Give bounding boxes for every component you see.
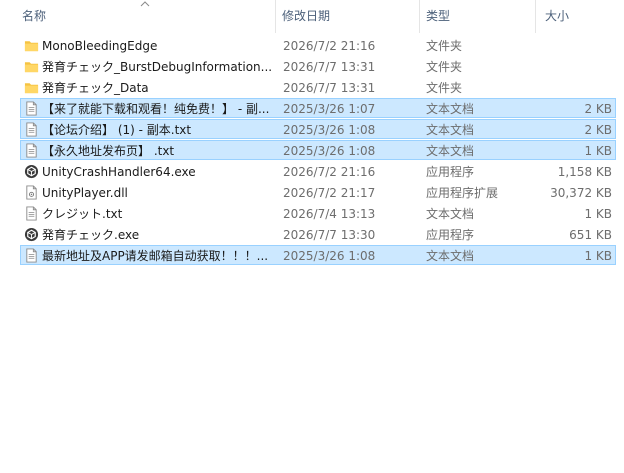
column-header-bar: 名称 修改日期 类型 大小 (0, 0, 624, 33)
file-size: 1,158 KB (557, 165, 612, 179)
file-modified-date: 2026/7/2 21:16 (283, 39, 376, 53)
text-file-icon (24, 101, 39, 116)
file-row[interactable]: 【来了就能下载和观看！纯免费！】 - 副... 2025/3/26 1:07 文本文… (20, 98, 616, 118)
file-type: 应用程序 (426, 165, 475, 179)
column-divider[interactable] (419, 0, 420, 33)
column-header-size[interactable]: 大小 (545, 0, 569, 33)
file-name: 発育チェック_Data (42, 81, 149, 95)
file-type: 应用程序扩展 (426, 186, 499, 200)
file-name: 【永久地址发布页】 .txt (42, 144, 175, 158)
file-modified-date: 2025/3/26 1:08 (283, 249, 376, 263)
file-row[interactable]: 発育チェック_Data 2026/7/7 13:31 文件夹 (20, 77, 616, 97)
file-size: 1 KB (584, 249, 612, 263)
file-type: 应用程序 (426, 228, 475, 242)
column-divider[interactable] (535, 0, 536, 33)
column-header-date[interactable]: 修改日期 (282, 0, 330, 33)
unity-app-icon (24, 227, 39, 242)
file-size: 1 KB (584, 207, 612, 221)
file-modified-date: 2026/7/7 13:30 (283, 228, 376, 242)
file-size: 1 KB (584, 144, 612, 158)
file-modified-date: 2025/3/26 1:08 (283, 123, 376, 137)
unity-app-icon (24, 164, 39, 179)
file-modified-date: 2026/7/2 21:17 (283, 186, 376, 200)
file-type: 文件夹 (426, 39, 463, 53)
file-size: 651 KB (569, 228, 612, 242)
file-name: 発育チェック_BurstDebugInformation... (42, 60, 272, 74)
column-header-name[interactable]: 名称 (22, 0, 46, 33)
sort-ascending-icon (140, 1, 150, 7)
file-name: 発育チェック.exe (42, 228, 140, 242)
file-name: MonoBleedingEdge (42, 39, 158, 53)
file-size (536, 78, 612, 98)
file-type: 文本文档 (426, 123, 475, 137)
file-name: 【论坛介绍】 (1) - 副本.txt (42, 123, 192, 137)
file-row[interactable]: 【论坛介绍】 (1) - 副本.txt 2025/3/26 1:08 文本文档 2 K… (20, 119, 616, 139)
file-name: クレジット.txt (42, 207, 123, 221)
file-modified-date: 2026/7/2 21:16 (283, 165, 376, 179)
file-row[interactable]: MonoBleedingEdge 2026/7/2 21:16 文件夹 (20, 35, 616, 55)
file-name: 最新地址及APP请发邮箱自动获取！！！... (42, 249, 269, 263)
file-row[interactable]: クレジット.txt 2026/7/4 13:13 文本文档 1 KB (20, 203, 616, 223)
file-row[interactable]: 最新地址及APP请发邮箱自动获取！！！... 2025/3/26 1:08 文本文档… (20, 245, 616, 265)
folder-icon (24, 38, 39, 53)
file-name: UnityCrashHandler64.exe (42, 165, 196, 179)
text-file-icon (24, 248, 39, 263)
file-type: 文本文档 (426, 144, 475, 158)
file-size: 2 KB (584, 123, 612, 137)
file-size (536, 57, 612, 77)
folder-icon (24, 80, 39, 95)
column-header-type[interactable]: 类型 (426, 0, 450, 33)
file-row[interactable]: 【永久地址发布页】 .txt 2025/3/26 1:08 文本文档 1 KB (20, 140, 616, 160)
text-file-icon (24, 122, 39, 137)
file-type: 文本文档 (426, 207, 475, 221)
file-modified-date: 2025/3/26 1:07 (283, 102, 376, 116)
file-type: 文件夹 (426, 60, 463, 74)
file-name: UnityPlayer.dll (42, 186, 128, 200)
file-modified-date: 2026/7/4 13:13 (283, 207, 376, 221)
folder-icon (24, 59, 39, 74)
file-row[interactable]: 発育チェック.exe 2026/7/7 13:30 应用程序 651 KB (20, 224, 616, 244)
file-name: 【来了就能下载和观看！纯免费！】 - 副... (42, 102, 270, 116)
file-size (536, 36, 612, 56)
file-row[interactable]: 発育チェック_BurstDebugInformation... 2026/7/7 … (20, 56, 616, 76)
file-modified-date: 2026/7/7 13:31 (283, 81, 376, 95)
dll-file-icon (24, 185, 39, 200)
file-modified-date: 2025/3/26 1:08 (283, 144, 376, 158)
file-size: 30,372 KB (550, 186, 612, 200)
file-row[interactable]: UnityPlayer.dll 2026/7/2 21:17 应用程序扩展 30,37… (20, 182, 616, 202)
file-size: 2 KB (584, 102, 612, 116)
text-file-icon (24, 206, 39, 221)
column-divider[interactable] (275, 0, 276, 33)
file-type: 文件夹 (426, 81, 463, 95)
file-type: 文本文档 (426, 102, 475, 116)
text-file-icon (24, 143, 39, 158)
file-row[interactable]: UnityCrashHandler64.exe 2026/7/2 21:16 应用程… (20, 161, 616, 181)
file-type: 文本文档 (426, 249, 475, 263)
file-modified-date: 2026/7/7 13:31 (283, 60, 376, 74)
